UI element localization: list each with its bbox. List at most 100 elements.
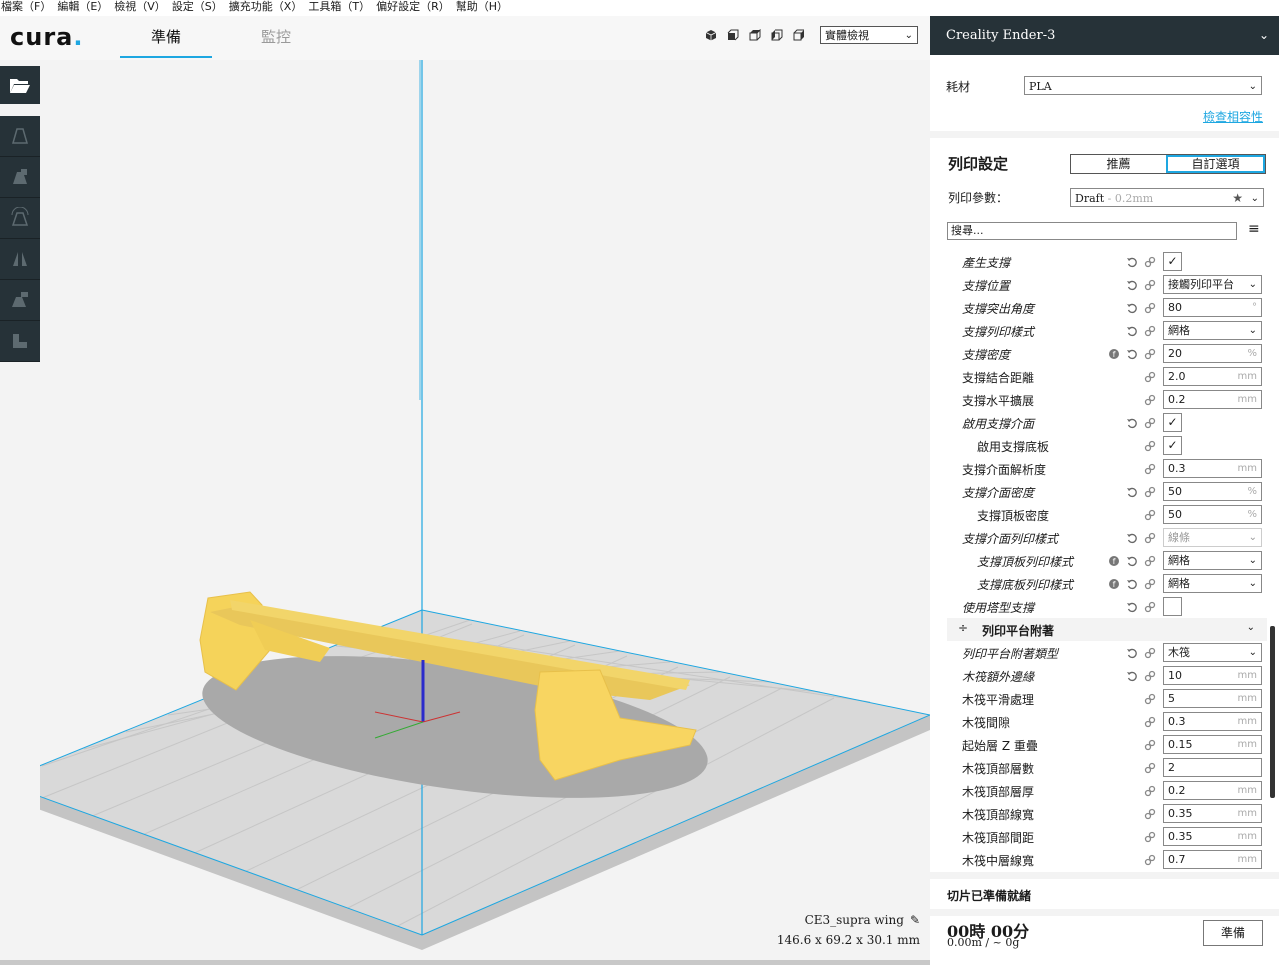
setting-input[interactable]: 80 ° [1163,298,1262,317]
setting-input[interactable]: 50% [1163,505,1262,524]
rotate-tool[interactable] [0,198,40,239]
setting-input[interactable]: 50% [1163,482,1262,501]
prepare-slice-button[interactable]: 準備 [1203,920,1263,946]
setting-select[interactable]: 接觸列印平台 ⌄ [1163,275,1262,294]
setting-select[interactable]: 網格 ⌄ [1163,551,1262,570]
setting-select[interactable]: 線條 ⌄ [1163,528,1262,547]
function-icon[interactable]: f [1107,347,1121,361]
menu-item[interactable]: 偏好設定（R） [375,0,455,16]
tab-prepare[interactable]: 準備 [120,26,212,58]
edit-pencil-icon[interactable]: ✎ [910,913,920,927]
linked-setting-icon [1143,439,1157,453]
menu-item[interactable]: 編輯（E） [56,0,113,16]
settings-search-input[interactable]: 搜尋... [947,222,1237,240]
chevron-down-icon: ⌄ [1250,193,1259,204]
setting-label: 木筏頂部線寬 [962,808,1035,822]
tab-monitor[interactable]: 監控 [230,26,322,56]
linked-setting-icon [1143,577,1157,591]
setting-row: 木筏頂部線寬 0.35 mm [947,802,1267,825]
menu-item[interactable]: 幫助（H） [455,0,513,16]
setting-label: 起始層 Z 重疊 [962,739,1038,753]
linked-setting-icon [1143,347,1157,361]
category-header-bed-adhesion[interactable]: ÷ 列印平台附著 ⌄ [947,618,1267,641]
menu-item[interactable]: 設定（S） [171,0,228,16]
setting-input[interactable]: 0.7 mm [1163,850,1262,869]
reset-icon[interactable] [1125,531,1139,545]
settings-scrollbar[interactable] [1270,626,1275,798]
left-view-icon[interactable] [769,27,785,43]
setting-input[interactable]: 0.35 mm [1163,804,1262,823]
reset-icon[interactable] [1125,600,1139,614]
menu-item[interactable]: 檔案（F） [0,0,56,16]
setting-checkbox[interactable]: ✓ [1163,413,1182,432]
per-model-settings-tool[interactable] [0,280,40,321]
reset-icon[interactable] [1125,416,1139,430]
setting-checkbox[interactable] [1163,597,1182,616]
reset-icon[interactable] [1125,669,1139,683]
reset-icon[interactable] [1125,255,1139,269]
top-view-icon[interactable] [747,27,763,43]
setting-row: 支撐列印樣式 網格 ⌄ [947,319,1267,342]
linked-setting-icon [1143,278,1157,292]
view-type-select[interactable]: 實體檢視 ⌄ [820,26,918,44]
chevron-down-icon: ⌄ [1258,28,1269,42]
setting-checkbox[interactable]: ✓ [1163,436,1182,455]
setting-input[interactable]: 10 mm [1163,666,1262,685]
linked-setting-icon [1143,255,1157,269]
linked-setting-icon [1143,738,1157,752]
setting-input[interactable]: 2 [1163,758,1262,777]
settings-list: 產生支撐 ✓ 支撐位置 接觸列印平台 ⌄ 支撐突出角度 80 ° 支撐列印樣式 網格 ⌄ 支撐密度 f 2… [947,250,1267,870]
setting-input[interactable]: 0.3 mm [1163,712,1262,731]
front-view-icon[interactable] [725,27,741,43]
open-file-button[interactable] [0,66,40,116]
reset-icon[interactable] [1125,554,1139,568]
setting-select[interactable]: 網格 ⌄ [1163,321,1262,340]
menu-item[interactable]: 工具箱（T） [307,0,375,16]
reset-icon[interactable] [1125,301,1139,315]
move-tool[interactable] [0,116,40,157]
check-compatibility-link[interactable]: 檢查相容性 [1203,108,1263,125]
function-icon[interactable]: f [1107,554,1121,568]
setting-input[interactable]: 0.2 mm [1163,390,1262,409]
setting-row: 使用塔型支撐 [947,595,1267,618]
mirror-icon [13,252,27,266]
setting-value: 10 [1168,669,1182,682]
setting-row: 支撐密度 f 20% [947,342,1267,365]
setting-input[interactable]: 0.3 mm [1163,459,1262,478]
setting-input[interactable]: 5 mm [1163,689,1262,708]
3d-view-icon[interactable] [703,27,719,43]
setting-label: 列印平台附著類型 [962,647,1059,661]
material-select[interactable]: PLA ⌄ [1024,76,1262,95]
profile-select[interactable]: Draft - 0.2mm ★ ⌄ [1070,188,1264,207]
setting-input[interactable]: 2.0 mm [1163,367,1262,386]
function-icon[interactable]: f [1107,577,1121,591]
setting-select[interactable]: 木筏 ⌄ [1163,643,1262,662]
scale-tool[interactable] [0,157,40,198]
menu-item[interactable]: 檢視（V） [113,0,171,16]
setting-input[interactable]: 0.35 mm [1163,827,1262,846]
menu-item[interactable]: 擴充功能（X） [228,0,308,16]
reset-icon[interactable] [1125,278,1139,292]
right-view-icon[interactable] [791,27,807,43]
setting-input[interactable]: 0.15 mm [1163,735,1262,754]
setting-checkbox[interactable]: ✓ [1163,252,1182,271]
setting-row: 木筏頂部層數 2 [947,756,1267,779]
reset-icon[interactable] [1125,646,1139,660]
reset-icon[interactable] [1125,577,1139,591]
setting-input[interactable]: 20% [1163,344,1262,363]
mirror-tool[interactable] [0,239,40,280]
recommended-mode-button[interactable]: 推薦 [1071,155,1166,173]
reset-icon[interactable] [1125,324,1139,338]
settings-visibility-menu-icon[interactable]: ≡ [1248,221,1260,237]
setting-unit: % [1247,509,1257,520]
printer-selector[interactable]: Creality Ender-3 ⌄ [930,16,1279,55]
setting-row: 支撐底板列印樣式 f 網格 ⌄ [947,572,1267,595]
setting-select[interactable]: 網格 ⌄ [1163,574,1262,593]
custom-mode-button[interactable]: 自訂選項 [1166,155,1265,173]
setting-input[interactable]: 0.2 mm [1163,781,1262,800]
setting-row: 列印平台附著類型 木筏 ⌄ [947,641,1267,664]
support-blocker-tool[interactable] [0,321,40,362]
reset-icon[interactable] [1125,347,1139,361]
reset-icon[interactable] [1125,485,1139,499]
build-plate-viewport[interactable] [40,60,930,965]
